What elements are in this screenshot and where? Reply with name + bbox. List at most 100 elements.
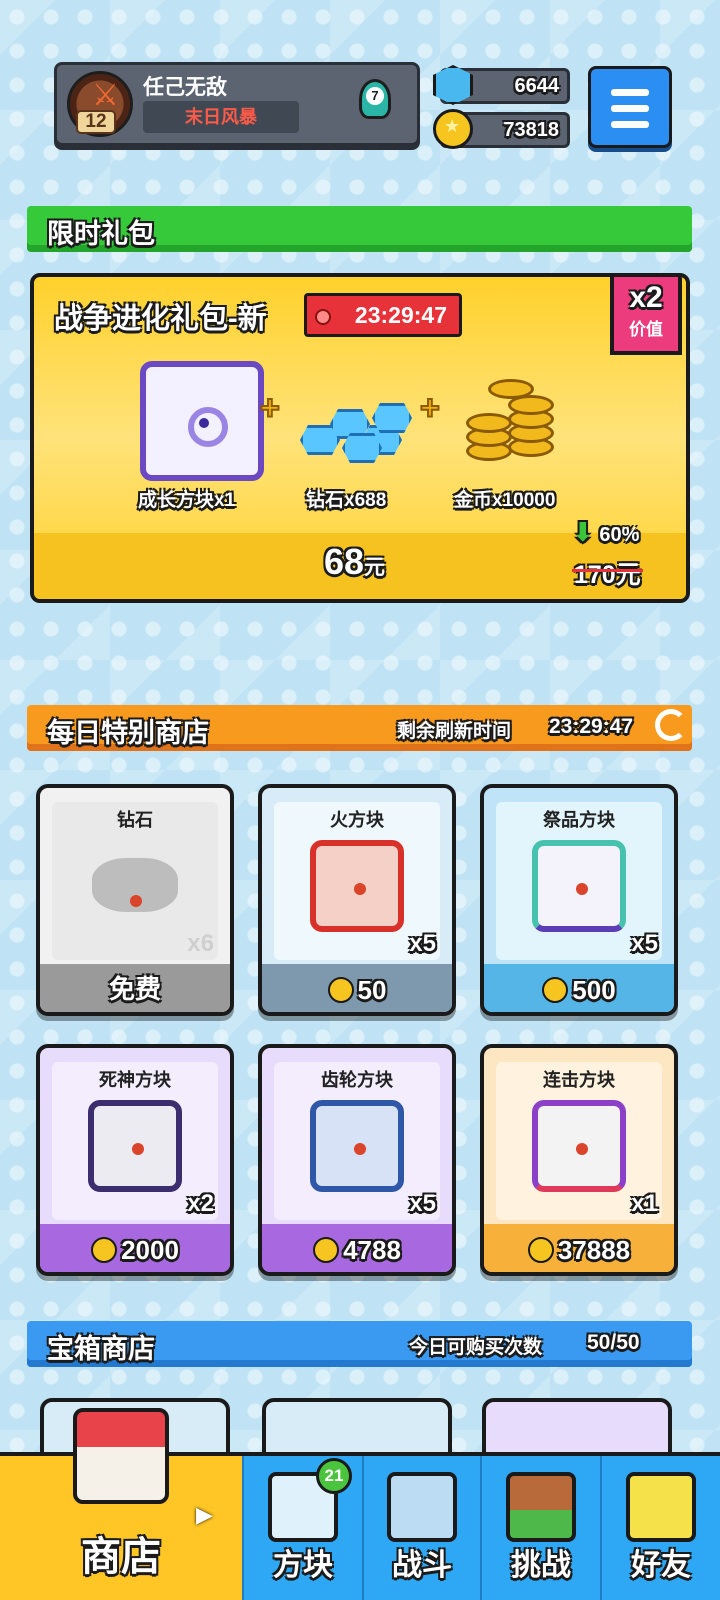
daily-card-fire-block[interactable]: 火方块 x5 50 (258, 784, 456, 1016)
growth-block-icon (140, 361, 264, 481)
limited-pack-header: 限时礼包 (27, 206, 692, 252)
nav-tab-battle[interactable]: 战斗 (364, 1456, 480, 1600)
nav-label: 商店 (81, 1535, 161, 1579)
section-title: 限时礼包 (47, 219, 155, 249)
refresh-icon[interactable] (655, 709, 687, 741)
fire-block-icon (310, 840, 404, 932)
pack-timer: 23:29:47 (304, 293, 462, 337)
nav-tab-blocks[interactable]: 21 方块 (244, 1456, 362, 1600)
refresh-timer: 23:29:47 (549, 715, 634, 738)
daily-card-gear-block[interactable]: 齿轮方块 x5 4788 (258, 1044, 456, 1276)
pack-item-label: 成长方块x1 (138, 490, 236, 511)
card-price[interactable]: 4788 (262, 1235, 452, 1266)
card-qty: x5 (409, 1190, 436, 1217)
card-price[interactable]: 37888 (484, 1235, 674, 1266)
card-qty: x5 (409, 930, 436, 957)
hamburger-line (611, 121, 649, 128)
daily-card-combo-block[interactable]: 连击方块 x1 37888 (480, 1044, 678, 1276)
card-qty: x1 (631, 1190, 658, 1217)
price-unit: 元 (364, 556, 386, 579)
card-name: 钻石 (117, 810, 153, 830)
bottom-navigation: ▶ 商店 21 方块 战斗 挑战 好友 (0, 1408, 720, 1600)
gold-coin-icon (542, 977, 569, 1003)
pack-old-price: 170元 (572, 555, 643, 591)
card-qty: x2 (187, 1190, 214, 1217)
player-profile-panel[interactable]: ⚔ 12 任己无敌 末日风暴 7 (54, 62, 420, 146)
gold-coin-icon (433, 109, 473, 149)
pack-title: 战争进化礼包-新 (54, 303, 267, 335)
value-multiplier-badge: x2 价值 (610, 277, 682, 355)
limited-pack-card[interactable]: 战争进化礼包-新 23:29:47 x2 价值 + + 成长方块x1 钻石x68… (30, 273, 690, 603)
daily-shop-header: 每日特别商店 剩余刷新时间 23:29:47 (27, 705, 692, 751)
plus-icon: + (419, 388, 441, 428)
section-title: 每日特别商店 (47, 718, 209, 748)
multiplier-label: 价值 (629, 320, 663, 339)
down-arrow-icon: ⬇ (572, 517, 594, 547)
hamburger-icon (611, 89, 649, 96)
gold-counter[interactable]: 73818 (433, 109, 570, 149)
discount-value: 60% (599, 524, 640, 546)
nav-label: 方块 (273, 1549, 333, 1582)
refresh-label: 剩余刷新时间 (397, 721, 512, 742)
gold-coin-icon (91, 1237, 118, 1263)
discount-indicator: ⬇ 60% (572, 517, 639, 548)
pack-price[interactable]: 68元 (324, 541, 385, 583)
gold-coin-icon (313, 1237, 340, 1263)
gem-icon (433, 65, 473, 105)
nav-tab-shop[interactable]: ▶ 商店 (0, 1408, 242, 1600)
card-price[interactable]: 500 (484, 975, 674, 1006)
purchase-limit-label: 今日可购买次数 (409, 1337, 543, 1358)
player-title: 末日风暴 (143, 101, 299, 133)
nav-tab-challenge[interactable]: 挑战 (482, 1456, 600, 1600)
card-name: 连击方块 (543, 1070, 615, 1090)
card-price-value: 500 (572, 975, 616, 1005)
shop-icon (73, 1408, 169, 1504)
gem-counter[interactable]: 6644 (433, 65, 570, 105)
rank-ribbon-icon[interactable]: 7 (359, 79, 391, 119)
gold-coins-icon (458, 371, 568, 471)
menu-button[interactable] (588, 66, 672, 148)
daily-card-offering-block[interactable]: 祭品方块 x5 500 (480, 784, 678, 1016)
combo-block-icon (532, 1100, 626, 1192)
nav-tab-friends[interactable]: 好友 (602, 1456, 720, 1600)
player-level-badge: 12 (76, 110, 116, 134)
gold-coin-icon (527, 1237, 554, 1263)
chest-card[interactable] (482, 1398, 672, 1458)
gems-icon (296, 395, 416, 465)
price-value: 68 (324, 541, 365, 582)
player-avatar[interactable]: ⚔ 12 (67, 71, 133, 137)
card-name: 死神方块 (99, 1070, 171, 1090)
card-price-value: 50 (357, 975, 387, 1005)
gray-gems-icon (92, 858, 178, 912)
blocks-notification-badge: 21 (316, 1458, 352, 1494)
daily-card-reaper-block[interactable]: 死神方块 x2 2000 (36, 1044, 234, 1276)
sword-shield-icon (387, 1472, 457, 1542)
card-qty: x5 (631, 930, 658, 957)
multiplier-value: x2 (629, 281, 663, 314)
card-price-value: 37888 (557, 1235, 631, 1265)
rank-value: 7 (366, 87, 384, 105)
signboard-icon (506, 1472, 576, 1542)
hamburger-line (611, 105, 649, 112)
card-name: 祭品方块 (543, 810, 615, 830)
card-price-free[interactable]: 免费 (40, 969, 230, 1006)
plus-icon: + (259, 388, 281, 428)
card-price[interactable]: 2000 (40, 1235, 230, 1266)
pack-item-label: 钻石x688 (306, 490, 387, 511)
chest-card[interactable] (262, 1398, 452, 1458)
card-qty: x6 (187, 930, 214, 957)
gear-block-icon (310, 1100, 404, 1192)
offering-block-icon (532, 840, 626, 932)
nav-label: 挑战 (511, 1549, 571, 1582)
card-name: 齿轮方块 (321, 1070, 393, 1090)
reaper-block-icon (88, 1100, 182, 1192)
gold-coin-icon (327, 977, 354, 1003)
daily-card-gems[interactable]: 钻石 x6 免费 (36, 784, 234, 1016)
purchase-limit-value: 50/50 (587, 1331, 640, 1354)
friend-character-icon (626, 1472, 696, 1542)
card-price[interactable]: 50 (262, 975, 452, 1006)
nav-label: 好友 (631, 1549, 691, 1582)
gem-amount: 6644 (514, 75, 560, 97)
nav-label: 战斗 (392, 1549, 452, 1582)
gold-amount: 73818 (503, 119, 559, 141)
